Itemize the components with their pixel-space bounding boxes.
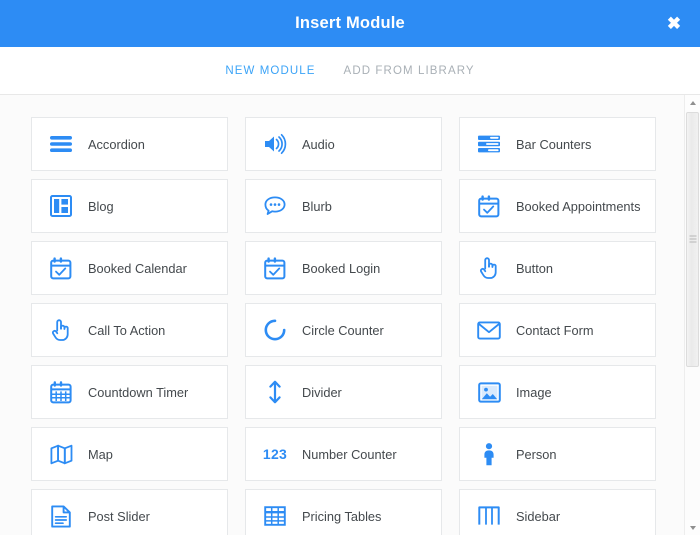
- table-grid-icon: [262, 503, 288, 529]
- tab-add-from-library[interactable]: ADD FROM LIBRARY: [344, 65, 475, 77]
- sidebar-columns-icon: [476, 503, 502, 529]
- module-label: Booked Login: [302, 260, 381, 276]
- envelope-icon: [476, 317, 502, 343]
- close-icon[interactable]: ✖: [662, 12, 686, 36]
- module-label: Sidebar: [516, 508, 561, 524]
- module-card[interactable]: Contact Form: [459, 303, 656, 357]
- number-counter-icon-text: 123: [262, 446, 288, 462]
- module-label: Pricing Tables: [302, 508, 382, 524]
- module-card[interactable]: Circle Counter: [245, 303, 442, 357]
- tab-new-module[interactable]: NEW MODULE: [225, 65, 315, 77]
- module-label: Post Slider: [88, 508, 150, 524]
- module-list-scroll-area: Accordion Audio Bar Counters Blog Blurb Booke…: [0, 95, 684, 535]
- calendar-check-icon: [262, 255, 288, 281]
- pointing-hand-icon: [476, 255, 502, 281]
- calendar-check-icon: [48, 255, 74, 281]
- module-card[interactable]: Audio: [245, 117, 442, 171]
- vertical-arrows-icon: [262, 379, 288, 405]
- accordion-icon: [48, 131, 74, 157]
- scroll-up-arrow-icon[interactable]: [685, 95, 700, 110]
- module-card[interactable]: Blog: [31, 179, 228, 233]
- scrollbar-thumb[interactable]: [686, 112, 699, 367]
- module-label: Blog: [88, 198, 114, 214]
- modal-header: Insert Module ✖: [0, 0, 700, 47]
- module-label: Map: [88, 446, 113, 462]
- module-label: Number Counter: [302, 446, 397, 462]
- module-card[interactable]: Accordion: [31, 117, 228, 171]
- scrollbar-track[interactable]: [685, 110, 700, 520]
- module-label: Button: [516, 260, 553, 276]
- speech-bubble-icon: [262, 193, 288, 219]
- module-card[interactable]: Sidebar: [459, 489, 656, 535]
- folded-map-icon: [48, 441, 74, 467]
- module-label: Person: [516, 446, 557, 462]
- module-card[interactable]: Person: [459, 427, 656, 481]
- tab-bar: NEW MODULE ADD FROM LIBRARY: [0, 47, 700, 95]
- pointing-hand-icon: [48, 317, 74, 343]
- module-card[interactable]: Booked Login: [245, 241, 442, 295]
- module-card[interactable]: Map: [31, 427, 228, 481]
- layout-blog-icon: [48, 193, 74, 219]
- modal-body: Accordion Audio Bar Counters Blog Blurb Booke…: [0, 95, 700, 535]
- calendar-grid-icon: [48, 379, 74, 405]
- number-123-icon: 123: [262, 441, 288, 467]
- insert-module-modal: Insert Module ✖ NEW MODULE ADD FROM LIBR…: [0, 0, 700, 536]
- bar-counters-icon: [476, 131, 502, 157]
- module-label: Countdown Timer: [88, 384, 189, 400]
- module-label: Divider: [302, 384, 342, 400]
- module-card[interactable]: Button: [459, 241, 656, 295]
- document-lines-icon: [48, 503, 74, 529]
- vertical-scrollbar[interactable]: [684, 95, 700, 535]
- module-card[interactable]: Countdown Timer: [31, 365, 228, 419]
- scrollbar-grip-icon: [689, 235, 696, 244]
- module-label: Accordion: [88, 136, 145, 152]
- module-card[interactable]: Bar Counters: [459, 117, 656, 171]
- picture-icon: [476, 379, 502, 405]
- module-label: Contact Form: [516, 322, 594, 338]
- module-label: Image: [516, 384, 552, 400]
- module-label: Blurb: [302, 198, 332, 214]
- module-card[interactable]: Divider: [245, 365, 442, 419]
- module-card[interactable]: Booked Calendar: [31, 241, 228, 295]
- module-card[interactable]: Post Slider: [31, 489, 228, 535]
- module-card[interactable]: 123 Number Counter: [245, 427, 442, 481]
- page-title: Insert Module: [295, 14, 405, 32]
- module-card[interactable]: Booked Appointments: [459, 179, 656, 233]
- circle-arc-icon: [262, 317, 288, 343]
- module-card[interactable]: Pricing Tables: [245, 489, 442, 535]
- module-card[interactable]: Image: [459, 365, 656, 419]
- speaker-icon: [262, 131, 288, 157]
- module-label: Booked Appointments: [516, 198, 641, 214]
- scroll-down-arrow-icon[interactable]: [685, 520, 700, 535]
- module-label: Booked Calendar: [88, 260, 187, 276]
- module-label: Audio: [302, 136, 335, 152]
- module-grid: Accordion Audio Bar Counters Blog Blurb Booke…: [31, 117, 666, 535]
- module-label: Bar Counters: [516, 136, 592, 152]
- module-label: Call To Action: [88, 322, 166, 338]
- calendar-check-icon: [476, 193, 502, 219]
- module-card[interactable]: Call To Action: [31, 303, 228, 357]
- module-card[interactable]: Blurb: [245, 179, 442, 233]
- module-label: Circle Counter: [302, 322, 384, 338]
- person-icon: [476, 441, 502, 467]
